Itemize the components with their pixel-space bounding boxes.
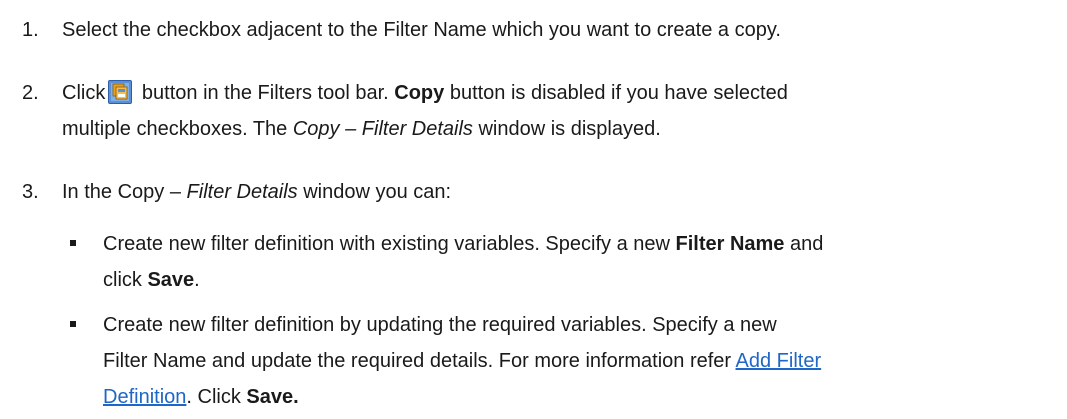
add-filter-definition-link[interactable]: Add Filter — [736, 350, 822, 372]
save-bold: Save — [147, 269, 195, 291]
line-text: window you can: — [297, 181, 452, 203]
bullet-icon — [70, 321, 76, 327]
click-text: Click — [62, 82, 106, 104]
line-text: window is displayed. — [472, 118, 661, 140]
line-text: click — [103, 269, 148, 291]
save-bold: Save. — [246, 386, 299, 408]
step-2-line-1: Click button in the Filters tool bar. Co… — [62, 75, 1057, 111]
bullet-icon — [70, 240, 76, 246]
step-text: In the Copy – Filter Details window you … — [62, 174, 1057, 210]
bullet-1-line-1: Create new filter definition with existi… — [103, 226, 1058, 262]
line-text: Create new filter definition with existi… — [103, 233, 676, 255]
bullet-text: Create new filter definition by updating… — [103, 307, 1058, 415]
step-1-line: Select the checkbox adjacent to the Filt… — [62, 19, 781, 41]
bullet-2-line-2: Filter Name and update the required deta… — [103, 343, 1058, 379]
after-copy-text: button is disabled if you have selected — [444, 82, 788, 104]
add-filter-definition-link[interactable]: Definition — [103, 386, 186, 408]
line-text: . — [194, 269, 200, 291]
window-name-italic: Copy – Filter Details — [292, 118, 473, 140]
line-text: . Click — [186, 386, 247, 408]
after-icon-text: button in the Filters tool bar. — [136, 82, 395, 104]
copy-bold: Copy — [394, 82, 445, 104]
line-text: and — [784, 233, 824, 255]
copy-icon[interactable] — [108, 80, 133, 104]
window-name-italic: Filter Details — [186, 181, 298, 203]
step-text: Select the checkbox adjacent to the Filt… — [62, 12, 1057, 48]
line-text: In the Copy – — [62, 181, 187, 203]
line-text: Filter Name and update the required deta… — [103, 350, 736, 372]
bullet-2-line-1: Create new filter definition by updating… — [103, 314, 777, 336]
line-text: multiple checkboxes. The — [62, 118, 293, 140]
document-body: 1. Select the checkbox adjacent to the F… — [0, 0, 1067, 419]
step-text: Click button in the Filters tool bar. Co… — [62, 75, 1057, 147]
step-number: 2. — [22, 82, 39, 104]
step-2-line-2: multiple checkboxes. The Copy – Filter D… — [62, 111, 1057, 147]
step-3-line: In the Copy – Filter Details window you … — [62, 174, 1057, 210]
filter-name-bold: Filter Name — [675, 233, 785, 255]
bullet-text: Create new filter definition with existi… — [103, 226, 1058, 298]
bullet-1-line-2: click Save. — [103, 262, 1058, 298]
step-number: 1. — [22, 19, 39, 41]
bullet-2-line-3: Definition. Click Save. — [103, 379, 1058, 415]
step-number: 3. — [22, 181, 39, 203]
